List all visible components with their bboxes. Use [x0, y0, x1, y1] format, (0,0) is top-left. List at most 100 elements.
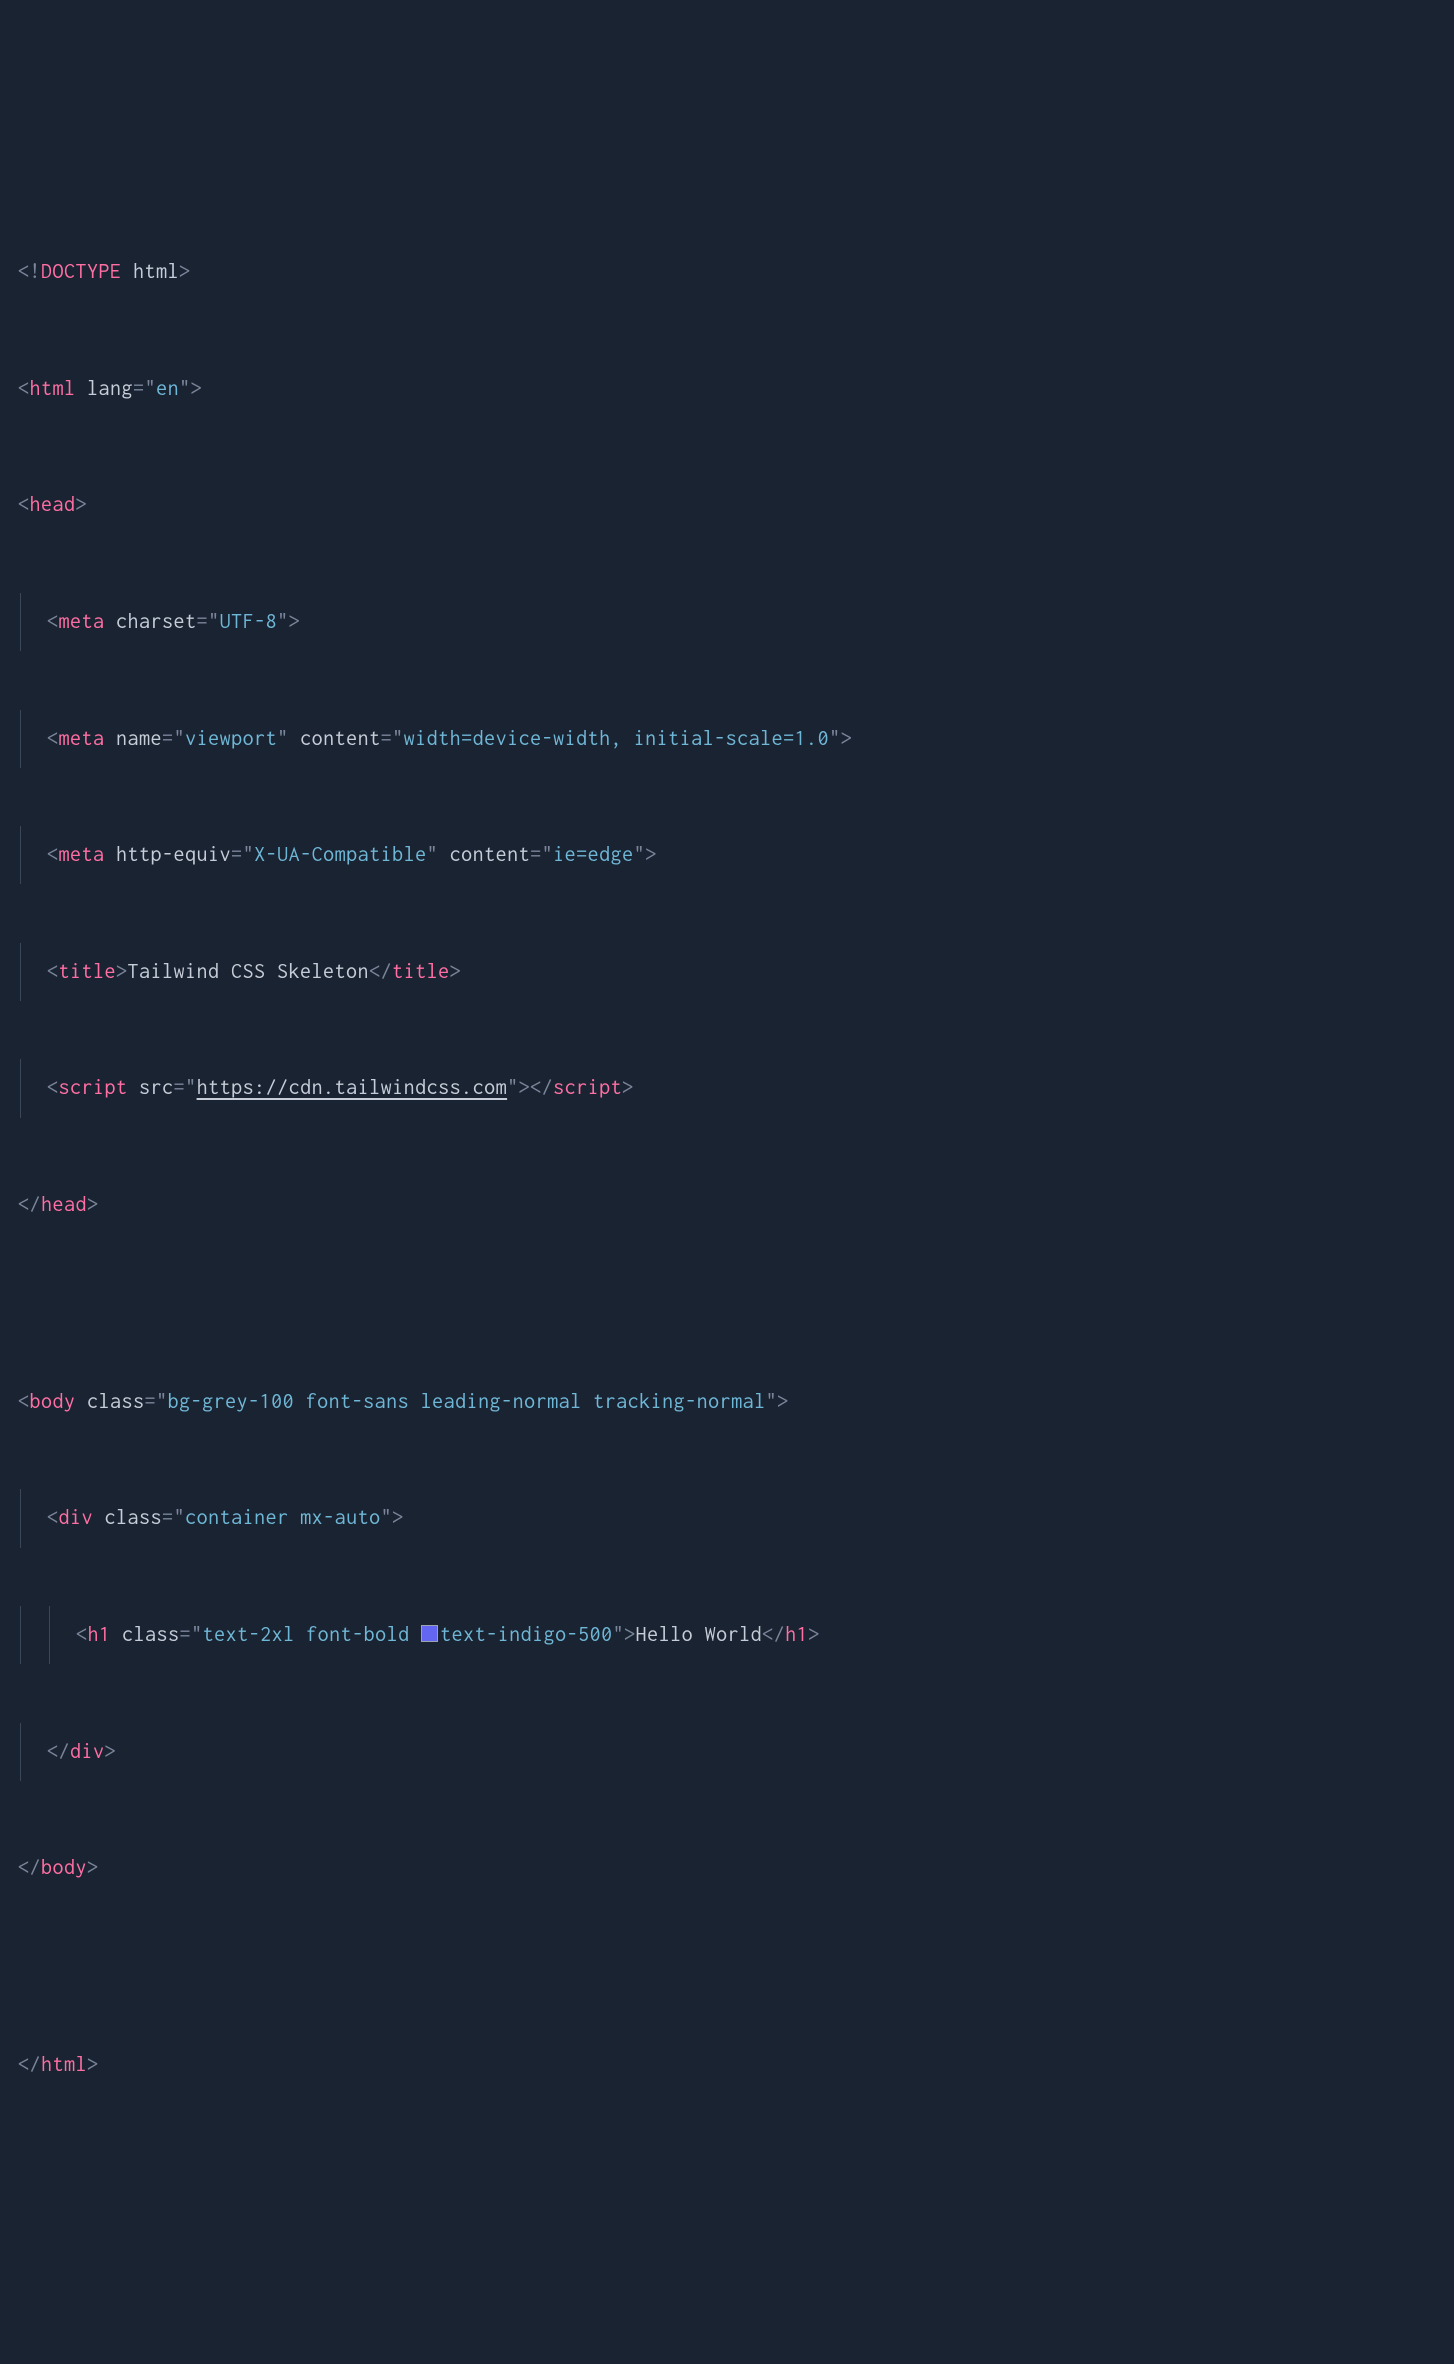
code-line-7: <title>Tailwind CSS Skeleton</title> [18, 943, 1436, 1001]
quote: " [156, 1390, 168, 1413]
tag-h1: h1 [88, 1623, 111, 1646]
quote: " [191, 1623, 203, 1646]
attr-name: name [105, 727, 163, 750]
code-line-15: </html> [18, 2036, 1436, 2094]
bracket: > [519, 1076, 531, 1099]
quote: " [634, 843, 646, 866]
bracket: < [47, 610, 59, 633]
bracket: > [450, 960, 462, 983]
quote: " [829, 727, 841, 750]
bracket: > [622, 1076, 634, 1099]
bracket: < [47, 1506, 59, 1529]
equals: = [145, 1390, 157, 1413]
doctype-value: html [122, 260, 180, 283]
quote: " [766, 1390, 778, 1413]
tag-meta: meta [59, 727, 105, 750]
attr-value-en: en [156, 377, 179, 400]
bracket: < [18, 493, 30, 516]
quote: " [277, 727, 289, 750]
code-line-14: </body> [18, 1839, 1436, 1897]
code-line-12: <h1 class="text-2xl font-bold text-indig… [18, 1606, 1436, 1664]
tag-div: div [59, 1506, 94, 1529]
bracket: < [18, 377, 30, 400]
bracket: < [47, 843, 59, 866]
attr-value-container: container mx-auto [185, 1506, 381, 1529]
equals: = [174, 1076, 186, 1099]
bracket: < [47, 727, 59, 750]
bracket: > [87, 1856, 99, 1879]
tag-title: title [59, 960, 117, 983]
quote: " [381, 1506, 393, 1529]
equals: = [162, 1506, 174, 1529]
equals: = [133, 377, 145, 400]
attr-value-ieedge: ie=edge [553, 843, 634, 866]
quote: " [243, 843, 255, 866]
code-line-10: <body class="bg-grey-100 font-sans leadi… [18, 1373, 1436, 1431]
attr-value-viewport-content: width=device-width, initial-scale=1.0 [404, 727, 830, 750]
quote: " [613, 1623, 625, 1646]
attr-charset: charset [105, 610, 197, 633]
tag-head-close: head [41, 1193, 87, 1216]
bracket: > [76, 493, 88, 516]
quote: " [174, 1506, 186, 1529]
bracket: </ [18, 2053, 41, 2076]
attr-value-h1-class-1: text-2xl font-bold [203, 1623, 422, 1646]
attr-class: class [76, 1390, 145, 1413]
equals: = [180, 1623, 192, 1646]
attr-value-body-class: bg-grey-100 font-sans leading-normal tra… [168, 1390, 766, 1413]
code-line-9: </head> [18, 1176, 1436, 1234]
code-editor[interactable]: <!DOCTYPE html> <html lang="en"> <head> … [18, 243, 1436, 2094]
code-line-1: <!DOCTYPE html> [18, 243, 1436, 301]
color-swatch-icon[interactable] [421, 1625, 438, 1642]
quote: " [179, 377, 191, 400]
title-text: Tailwind CSS Skeleton [128, 960, 370, 983]
bracket: < [47, 960, 59, 983]
attr-content: content [438, 843, 530, 866]
bracket: </ [762, 1623, 785, 1646]
code-line-8: <script src="https://cdn.tailwindcss.com… [18, 1059, 1436, 1117]
tag-script-close: script [553, 1076, 622, 1099]
bracket: > [289, 610, 301, 633]
doctype-keyword: DOCTYPE [41, 260, 122, 283]
bracket: > [777, 1390, 789, 1413]
bracket: > [808, 1623, 820, 1646]
attr-class: class [93, 1506, 162, 1529]
quote: " [507, 1076, 519, 1099]
bracket: > [392, 1506, 404, 1529]
bracket: > [87, 2053, 99, 2076]
bracket: > [116, 960, 128, 983]
attr-class: class [111, 1623, 180, 1646]
bracket: </ [47, 1740, 70, 1763]
quote: " [174, 727, 186, 750]
quote: " [392, 727, 404, 750]
equals: = [162, 727, 174, 750]
code-line-6: <meta http-equiv="X-UA-Compatible" conte… [18, 826, 1436, 884]
bracket: > [105, 1740, 117, 1763]
attr-http-equiv: http-equiv [105, 843, 232, 866]
tag-title-close: title [392, 960, 450, 983]
tag-div-close: div [70, 1740, 105, 1763]
attr-value-utf8: UTF-8 [220, 610, 278, 633]
tag-script: script [59, 1076, 128, 1099]
attr-value-cdn-link[interactable]: https://cdn.tailwindcss.com [197, 1076, 508, 1099]
code-line-3: <head> [18, 476, 1436, 534]
tag-h1-close: h1 [785, 1623, 808, 1646]
quote: " [277, 610, 289, 633]
bracket: > [624, 1623, 636, 1646]
tag-html: html [30, 377, 76, 400]
code-line-2: <html lang="en"> [18, 360, 1436, 418]
bracket: > [179, 260, 191, 283]
bracket: </ [18, 1856, 41, 1879]
bracket: > [87, 1193, 99, 1216]
quote: " [542, 843, 554, 866]
bracket: < [47, 1076, 59, 1099]
attr-value-xua: X-UA-Compatible [254, 843, 427, 866]
bracket: > [645, 843, 657, 866]
attr-lang: lang [76, 377, 134, 400]
tag-head: head [30, 493, 76, 516]
bracket: > [191, 377, 203, 400]
attr-content: content [289, 727, 381, 750]
bracket: < [76, 1623, 88, 1646]
h1-text: Hello World [636, 1623, 763, 1646]
bracket: > [841, 727, 853, 750]
